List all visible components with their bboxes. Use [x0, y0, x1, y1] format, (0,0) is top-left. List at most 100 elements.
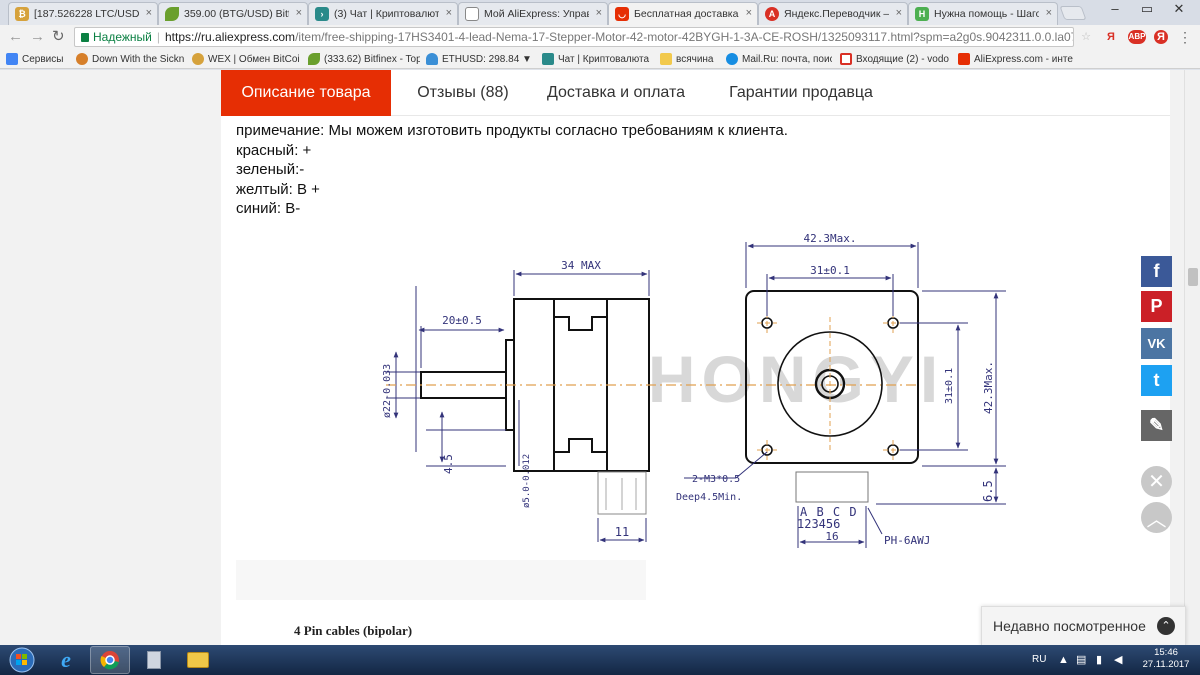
system-clock[interactable]: 15:46 27.11.2017: [1136, 647, 1196, 671]
bookmarks-bar: Сервисы Down With the Sickne WEX | Обмен…: [0, 49, 1200, 69]
taskbar-explorer[interactable]: [178, 646, 218, 674]
chevron-up-icon[interactable]: ⌃: [1157, 617, 1175, 635]
twitter-icon: t: [1153, 370, 1160, 390]
browser-tab-wex[interactable]: ₿ [187.526228 LTC/USD] W ×: [8, 2, 158, 25]
yandex-icon[interactable]: Я: [1104, 30, 1118, 44]
windows-taskbar: e RU ▲ ▤ ▮ ◀ 15:46 27.11.2017: [0, 645, 1200, 675]
close-icon[interactable]: ×: [296, 7, 302, 19]
browser-tab-aliexpress-product[interactable]: ◡ Бесплатная доставка 17 ×: [608, 2, 758, 25]
aliexpress-icon: ◡: [615, 7, 629, 21]
close-icon[interactable]: ×: [446, 7, 452, 19]
bookmark-gmail[interactable]: Входящие (2) - vodo: [840, 51, 950, 67]
tab-label: Бесплатная доставка 17: [634, 8, 739, 20]
bookmark-label: Down With the Sickne: [92, 53, 184, 65]
dim-31-side: 31±0.1: [944, 368, 955, 404]
clock-date: 27.11.2017: [1142, 659, 1190, 670]
share-twitter-button[interactable]: t: [1141, 365, 1172, 396]
chevron-up-icon: ︿: [1146, 509, 1167, 531]
close-icon[interactable]: ×: [596, 7, 602, 19]
chat-arrow-icon: [542, 53, 554, 65]
yandex-bar-icon[interactable]: Я: [1154, 30, 1168, 44]
bookmark-mailru[interactable]: Mail.Ru: почта, поис: [726, 51, 832, 67]
dim-34max: 34 MAX: [561, 259, 601, 272]
reload-icon[interactable]: ↻: [52, 28, 65, 46]
tab-seller-guarantees[interactable]: Гарантии продавца: [716, 70, 886, 116]
maximize-button[interactable]: ▭: [1132, 0, 1162, 20]
motor-dimension-drawing: HONGYI 34 MAX 20±0.5 ø22-0.033 4.5 ø5.0-…: [236, 222, 1036, 645]
share-pinterest-button[interactable]: P: [1141, 291, 1172, 322]
browser-tab-bitfinex[interactable]: 359.00 (BTG/USD) Bitfinex ×: [158, 2, 308, 25]
dim-423max-top: 42.3Max.: [804, 232, 857, 245]
chat-arrow-icon: ›: [315, 7, 329, 21]
minimize-button[interactable]: –: [1100, 0, 1130, 20]
close-icon[interactable]: ×: [746, 7, 752, 19]
bookmark-down-with-the-sickness[interactable]: Down With the Sickne: [76, 51, 184, 67]
scroll-top-button[interactable]: ︿: [1141, 502, 1172, 533]
pin-numbers: 123456: [797, 517, 840, 531]
language-indicator[interactable]: RU: [1032, 645, 1046, 675]
tab-shipping-payment[interactable]: Доставка и оплата: [536, 70, 696, 116]
bitfinex-leaf-icon: [165, 7, 179, 21]
share-facebook-button[interactable]: f: [1141, 256, 1172, 287]
close-icon[interactable]: ×: [896, 7, 902, 19]
dim-20: 20±0.5: [442, 314, 482, 327]
tab-reviews[interactable]: Отзывы (88): [398, 70, 528, 116]
star-icon[interactable]: ☆: [1079, 30, 1093, 44]
network-icon[interactable]: ▤: [1076, 645, 1086, 675]
window-close-button[interactable]: ✕: [1164, 0, 1194, 20]
bookmark-chat[interactable]: Чат | Криптовалюта: [542, 51, 650, 67]
tab-label: Нужна помощь - Шаго: [934, 8, 1039, 20]
browser-tab-yandex-translate[interactable]: A Яндекс.Переводчик – с ×: [758, 2, 908, 25]
bookmark-bitfinex[interactable]: (333.62) Bitfinex - Top: [308, 51, 420, 67]
start-button[interactable]: [2, 646, 42, 674]
gmail-icon: [840, 53, 852, 65]
connector-label: PH-6AWJ: [884, 534, 930, 547]
h-letter-icon: H: [915, 7, 929, 21]
folder-icon: [660, 53, 672, 65]
folder-icon: [187, 652, 209, 668]
apps-grid-icon: [6, 53, 18, 65]
new-tab-button[interactable]: [1059, 6, 1087, 20]
bookmark-label: (333.62) Bitfinex - Top: [324, 53, 420, 65]
menu-dots-icon[interactable]: ⋮: [1178, 30, 1192, 44]
browser-tab-chat[interactable]: › (3) Чат | Криптовалюта ×: [308, 2, 458, 25]
browser-tab-help[interactable]: H Нужна помощь - Шаго ×: [908, 2, 1058, 25]
taskbar-chrome[interactable]: [90, 646, 130, 674]
bookmark-label: Сервисы: [22, 53, 64, 65]
bookmark-services[interactable]: Сервисы: [6, 51, 74, 67]
edit-button[interactable]: ✎: [1141, 410, 1172, 441]
scrollbar-thumb[interactable]: [1188, 268, 1198, 286]
bookmark-aliexpress[interactable]: AliExpress.com - инте: [958, 51, 1078, 67]
volume-icon[interactable]: ◀: [1114, 645, 1122, 675]
share-vk-button[interactable]: VK: [1141, 328, 1172, 359]
windows-logo-icon: [9, 647, 35, 673]
close-icon[interactable]: ×: [1046, 7, 1052, 19]
recently-viewed-panel[interactable]: Недавно посмотренное ⌃: [981, 606, 1186, 646]
tab-description[interactable]: Описание товара: [221, 70, 391, 116]
browser-toolbar: ← → ↻ Надежный | https://ru.aliexpress.com…: [0, 25, 1200, 49]
adblock-icon[interactable]: ABP: [1128, 30, 1146, 44]
browser-tab-my-aliexpress[interactable]: Мой AliExpress: Управл ×: [458, 2, 608, 25]
chevron-up-icon[interactable]: ▲: [1058, 645, 1069, 675]
tab-label: Яндекс.Переводчик – с: [784, 8, 889, 20]
taskbar-calculator[interactable]: [134, 646, 174, 674]
internet-explorer-icon: e: [61, 647, 71, 672]
close-icon[interactable]: ×: [146, 7, 152, 19]
taskbar-ie[interactable]: e: [46, 646, 86, 674]
close-floating-button[interactable]: ✕: [1141, 466, 1172, 497]
bookmark-folder-vsyachina[interactable]: всячина: [660, 51, 720, 67]
forward-arrow-icon[interactable]: →: [30, 28, 45, 46]
signal-bars-icon[interactable]: ▮: [1096, 645, 1102, 675]
address-bar[interactable]: Надежный | https://ru.aliexpress.com/item/…: [74, 27, 1074, 47]
bookmark-wex[interactable]: WEX | Обмен BitCoin: [192, 51, 300, 67]
clock-time: 15:46: [1154, 647, 1178, 658]
back-arrow-icon[interactable]: ←: [8, 28, 23, 46]
music-note-icon: [76, 53, 88, 65]
page-scrollbar[interactable]: [1184, 70, 1200, 645]
wex-coin-icon: [192, 53, 204, 65]
dim-65: 6.5: [981, 480, 995, 502]
dim-50: ø5.0-0.012: [522, 454, 532, 508]
bookmark-ethusd[interactable]: ETHUSD: 298.84 ▼-1: [426, 51, 532, 67]
browser-tab-strip: ₿ [187.526228 LTC/USD] W × 359.00 (BTG/U…: [0, 0, 1200, 25]
facebook-icon: f: [1153, 261, 1160, 281]
